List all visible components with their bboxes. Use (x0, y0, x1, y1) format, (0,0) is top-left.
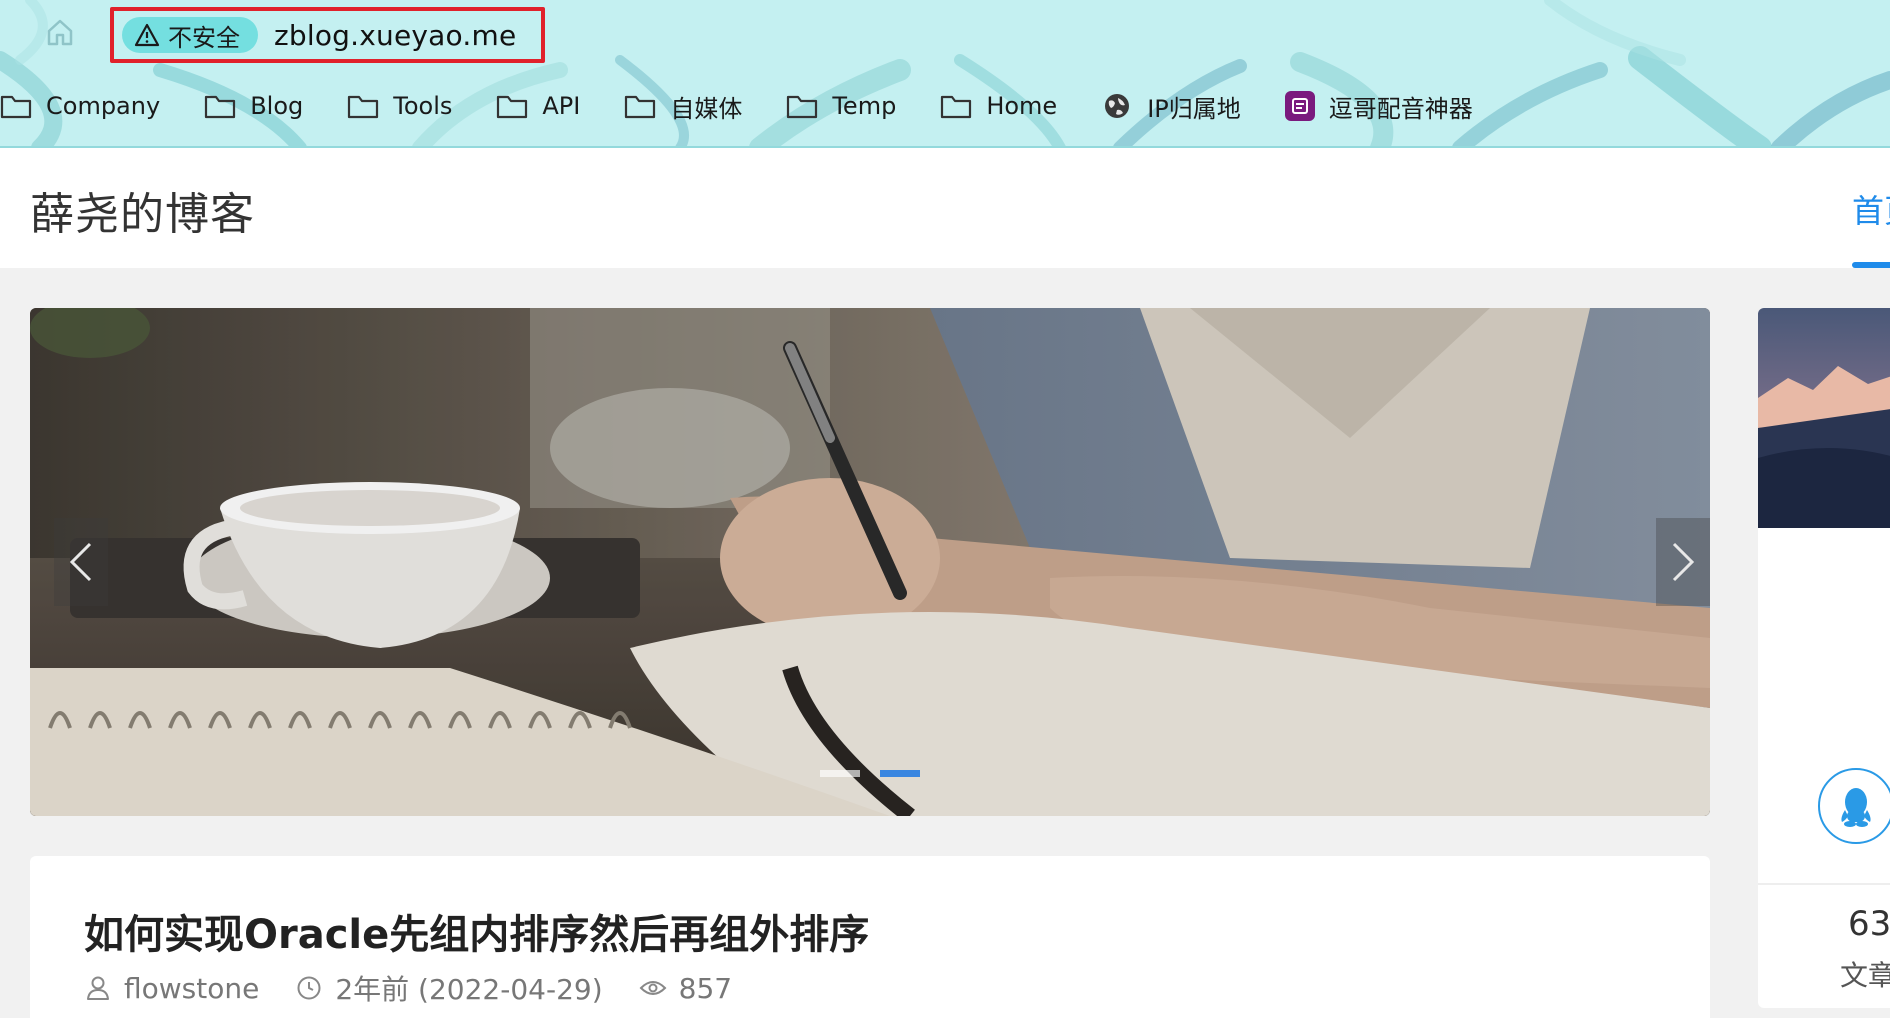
carousel-dot-1[interactable] (820, 770, 860, 777)
author-name[interactable]: flowstone (124, 972, 259, 1005)
bookmark-label: API (542, 92, 581, 120)
bookmark-temp[interactable]: Temp (786, 92, 896, 120)
bookmark-label: Blog (250, 92, 304, 120)
meta-time: 2年前 (2022-04-29) (295, 968, 603, 1008)
carousel-next-button[interactable] (1656, 518, 1710, 606)
bookmarks-bar: Company Blog Tools API 自媒体 Temp Home IP归… (0, 86, 1517, 126)
sidebar-profile-card: 63 文章 (1758, 308, 1890, 1008)
bookmark-ip-location[interactable]: IP归属地 (1101, 89, 1241, 124)
hero-carousel[interactable] (30, 308, 1710, 816)
nav-active-indicator (1852, 262, 1890, 268)
address-bar[interactable]: 不安全 zblog.xueyao.me (110, 7, 545, 63)
site-header: 薛尧的博客 首页 (0, 148, 1890, 268)
folder-icon (940, 92, 972, 120)
folder-icon (347, 92, 379, 120)
url-text[interactable]: zblog.xueyao.me (274, 19, 516, 52)
nav-item-home[interactable]: 首页 (1852, 186, 1890, 232)
profile-cover-image (1758, 308, 1890, 528)
globe-icon (1101, 92, 1133, 120)
bookmark-label: 逗哥配音神器 (1328, 94, 1473, 123)
site-title[interactable]: 薛尧的博客 (30, 178, 255, 242)
home-icon[interactable] (40, 12, 80, 52)
carousel-dot-2[interactable] (880, 770, 920, 777)
qq-contact-button[interactable] (1818, 768, 1890, 844)
folder-icon (204, 92, 236, 120)
bookmark-company[interactable]: Company (0, 92, 160, 120)
chevron-left-icon (69, 542, 92, 582)
bookmark-tools[interactable]: Tools (347, 92, 452, 120)
carousel-prev-button[interactable] (54, 518, 108, 606)
carousel-indicators (820, 770, 920, 777)
carousel-image (30, 308, 1710, 816)
bookmark-label: Tools (393, 92, 453, 120)
warning-icon (134, 23, 160, 47)
bookmark-dubbing-tool[interactable]: 逗哥配音神器 (1284, 89, 1473, 124)
view-count: 857 (678, 971, 733, 1005)
article-card: 如何实现Oracle先组内排序然后再组外排序 flowstone 2年前 (20… (30, 856, 1710, 1018)
bookmark-blog[interactable]: Blog (204, 92, 303, 120)
article-meta: flowstone 2年前 (2022-04-29) 857 (84, 968, 768, 1008)
security-label: 不安全 (168, 23, 240, 52)
eye-icon (639, 974, 667, 1002)
folder-icon (624, 92, 656, 120)
folder-icon (496, 92, 528, 120)
folder-icon (0, 92, 32, 120)
app-icon (1284, 91, 1315, 121)
bookmark-api[interactable]: API (496, 92, 580, 120)
user-icon (84, 974, 112, 1002)
bookmark-label: 自媒体 (670, 94, 743, 123)
bookmark-label: Company (46, 92, 161, 120)
qq-penguin-icon (1841, 788, 1871, 827)
bookmark-label: Temp (832, 92, 897, 120)
post-time: 2年前 (2022-04-29) (335, 973, 603, 1006)
bookmark-label: IP归属地 (1147, 94, 1241, 123)
security-indicator[interactable]: 不安全 (122, 17, 258, 53)
sidebar-divider (1758, 883, 1890, 885)
chevron-right-icon (1672, 542, 1695, 582)
browser-toolbar: 不安全 zblog.xueyao.me Company Blog Tools A… (0, 0, 1890, 148)
bookmark-home[interactable]: Home (940, 92, 1057, 120)
article-title[interactable]: 如何实现Oracle先组内排序然后再组外排序 (84, 902, 869, 960)
article-count-label: 文章 (1840, 959, 1890, 992)
meta-author: flowstone (84, 972, 259, 1005)
bookmark-self-media[interactable]: 自媒体 (624, 89, 742, 124)
folder-icon (786, 92, 818, 120)
clock-icon (295, 974, 323, 1002)
meta-views: 857 (639, 972, 732, 1005)
article-count: 63 (1848, 904, 1890, 944)
bookmark-label: Home (986, 92, 1058, 120)
